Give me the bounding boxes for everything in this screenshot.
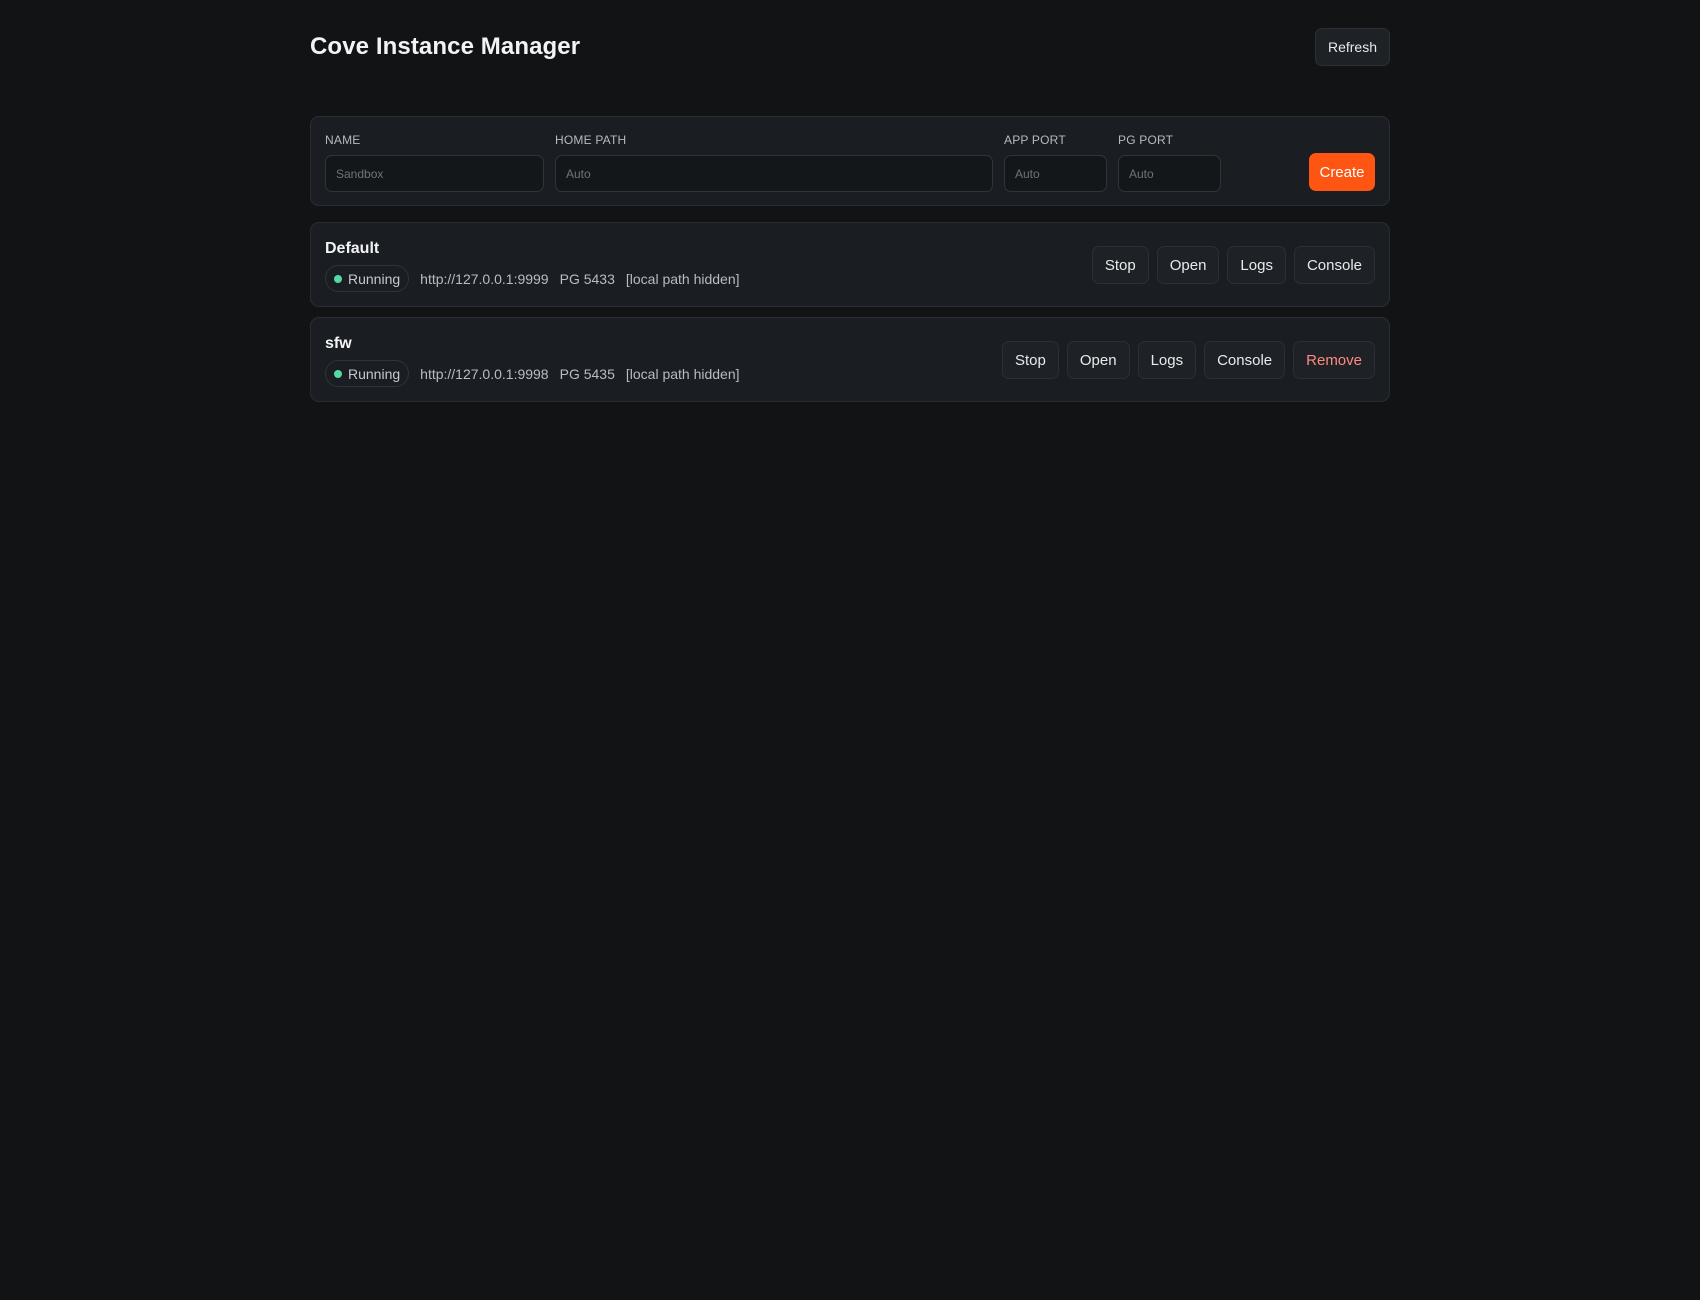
- instance-path: [local path hidden]: [625, 365, 740, 382]
- app-port-label: APP PORT: [1004, 133, 1066, 147]
- status-dot-icon: [334, 369, 342, 378]
- instance-url: http://127.0.0.1:9999: [420, 270, 549, 287]
- instance-name: Default: [325, 240, 380, 257]
- remove-button[interactable]: Remove: [1293, 341, 1375, 379]
- page-header: Cove Instance Manager Refresh: [310, 0, 1390, 100]
- refresh-button[interactable]: Refresh: [1314, 28, 1390, 66]
- status-text: Running: [348, 270, 401, 287]
- open-button[interactable]: Open: [1156, 246, 1220, 284]
- app-port-input[interactable]: [1004, 155, 1107, 192]
- name-input[interactable]: [325, 155, 544, 192]
- console-button[interactable]: Console: [1293, 246, 1375, 284]
- instance-pg-port: PG 5433: [559, 270, 615, 287]
- instance-actions: Stop Open Logs Console: [1091, 246, 1375, 284]
- status-text: Running: [348, 365, 401, 382]
- instance-card-sfw: sfw Running http://127.0.0.1:9998 PG 543…: [310, 317, 1390, 402]
- instance-manager-page: Cove Instance Manager Refresh NAME HOME …: [310, 0, 1390, 402]
- pg-port-input[interactable]: [1118, 155, 1221, 192]
- create-instance-form: NAME HOME PATH APP PORT PG PORT Create: [310, 116, 1390, 206]
- home-path-input[interactable]: [555, 155, 993, 192]
- name-label: NAME: [325, 133, 361, 147]
- stop-button[interactable]: Stop: [1091, 246, 1149, 284]
- pg-port-field-group: PG PORT: [1118, 133, 1221, 192]
- name-field-group: NAME: [325, 133, 544, 192]
- open-button[interactable]: Open: [1066, 341, 1130, 379]
- logs-button[interactable]: Logs: [1227, 246, 1286, 284]
- pg-port-label: PG PORT: [1118, 133, 1174, 147]
- status-badge: Running: [325, 265, 410, 292]
- page-title: Cove Instance Manager: [310, 33, 581, 60]
- home-path-field-group: HOME PATH: [555, 133, 993, 192]
- instance-meta: Running http://127.0.0.1:9999 PG 5433 [l…: [325, 265, 751, 292]
- create-button[interactable]: Create: [1309, 153, 1375, 191]
- home-path-label: HOME PATH: [555, 133, 627, 147]
- status-badge: Running: [325, 360, 410, 387]
- status-dot-icon: [334, 274, 342, 283]
- instance-pg-port: PG 5435: [559, 365, 615, 382]
- instance-card-default: Default Running http://127.0.0.1:9999 PG…: [310, 222, 1390, 307]
- console-button[interactable]: Console: [1204, 341, 1286, 379]
- instance-path: [local path hidden]: [625, 270, 740, 287]
- instance-meta: Running http://127.0.0.1:9998 PG 5435 [l…: [325, 360, 751, 387]
- instance-actions: Stop Open Logs Console Remove: [1002, 341, 1375, 379]
- stop-button[interactable]: Stop: [1002, 341, 1059, 379]
- logs-button[interactable]: Logs: [1137, 341, 1197, 379]
- instance-name: sfw: [325, 335, 352, 352]
- instance-url: http://127.0.0.1:9998: [420, 365, 549, 382]
- app-port-field-group: APP PORT: [1004, 133, 1107, 192]
